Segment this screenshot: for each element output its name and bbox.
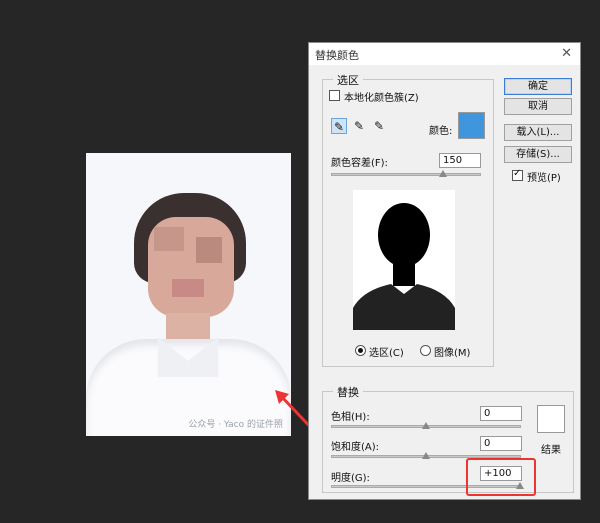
silhouette-mask — [353, 190, 455, 330]
color-label: 颜色: — [429, 126, 453, 137]
load-button[interactable]: 载入(L)... — [504, 124, 572, 141]
result-color-swatch[interactable] — [537, 405, 565, 433]
dialog-title: 替换颜色 — [315, 49, 359, 62]
saturation-slider-thumb[interactable] — [422, 452, 430, 459]
replace-color-dialog: 替换颜色 ✕ 选区 本地化颜色簇(Z) ✎ ✎ ✎ 颜色: 颜色容差(F): 1… — [308, 42, 581, 500]
radio-selection-label: 选区(C) — [369, 348, 404, 359]
selection-legend: 选区 — [333, 72, 363, 88]
lightness-label: 明度(G): — [331, 473, 370, 484]
dialog-titlebar: 替换颜色 ✕ — [309, 43, 580, 65]
ok-button[interactable]: 确定 — [504, 78, 572, 95]
saturation-input[interactable]: 0 — [480, 436, 522, 451]
selection-group: 选区 本地化颜色簇(Z) ✎ ✎ ✎ 颜色: 颜色容差(F): 150 选区(C… — [322, 72, 494, 367]
preview-checkbox[interactable] — [512, 168, 523, 181]
fuzziness-slider-thumb[interactable] — [439, 170, 447, 177]
selection-mask-preview — [353, 190, 455, 330]
lightness-highlight-box — [466, 458, 536, 496]
replace-group: 替换 色相(H): 0 饱和度(A): 0 明度(G): +100 结果 — [322, 384, 574, 493]
cancel-button[interactable]: 取消 — [504, 98, 572, 115]
localized-color-clusters-label: 本地化颜色簇(Z) — [344, 93, 419, 104]
replace-legend: 替换 — [333, 384, 363, 400]
save-button[interactable]: 存储(S)... — [504, 146, 572, 163]
hue-input[interactable]: 0 — [480, 406, 522, 421]
fuzziness-label: 颜色容差(F): — [331, 158, 388, 169]
result-label: 结果 — [541, 445, 561, 456]
hue-slider[interactable] — [331, 422, 521, 429]
eyedropper-icon[interactable]: ✎ — [331, 118, 347, 134]
radio-selection[interactable] — [355, 345, 366, 356]
localized-color-clusters-checkbox[interactable] — [329, 90, 340, 101]
portrait-photo: 公众号 · Yaco 的证件照 — [86, 153, 291, 436]
radio-image-label: 图像(M) — [434, 348, 471, 359]
photo-face-pixelated — [148, 217, 234, 317]
hue-label: 色相(H): — [331, 412, 370, 423]
selection-color-swatch[interactable] — [458, 112, 485, 139]
radio-image[interactable] — [420, 345, 431, 356]
eyedropper-plus-icon[interactable]: ✎ — [351, 118, 367, 134]
close-icon[interactable]: ✕ — [561, 46, 572, 61]
hue-slider-thumb[interactable] — [422, 422, 430, 429]
eyedropper-minus-icon[interactable]: ✎ — [371, 118, 387, 134]
fuzziness-input[interactable]: 150 — [439, 153, 481, 168]
saturation-label: 饱和度(A): — [331, 442, 380, 453]
preview-label: 预览(P) — [527, 173, 561, 184]
fuzziness-slider[interactable] — [331, 170, 481, 177]
